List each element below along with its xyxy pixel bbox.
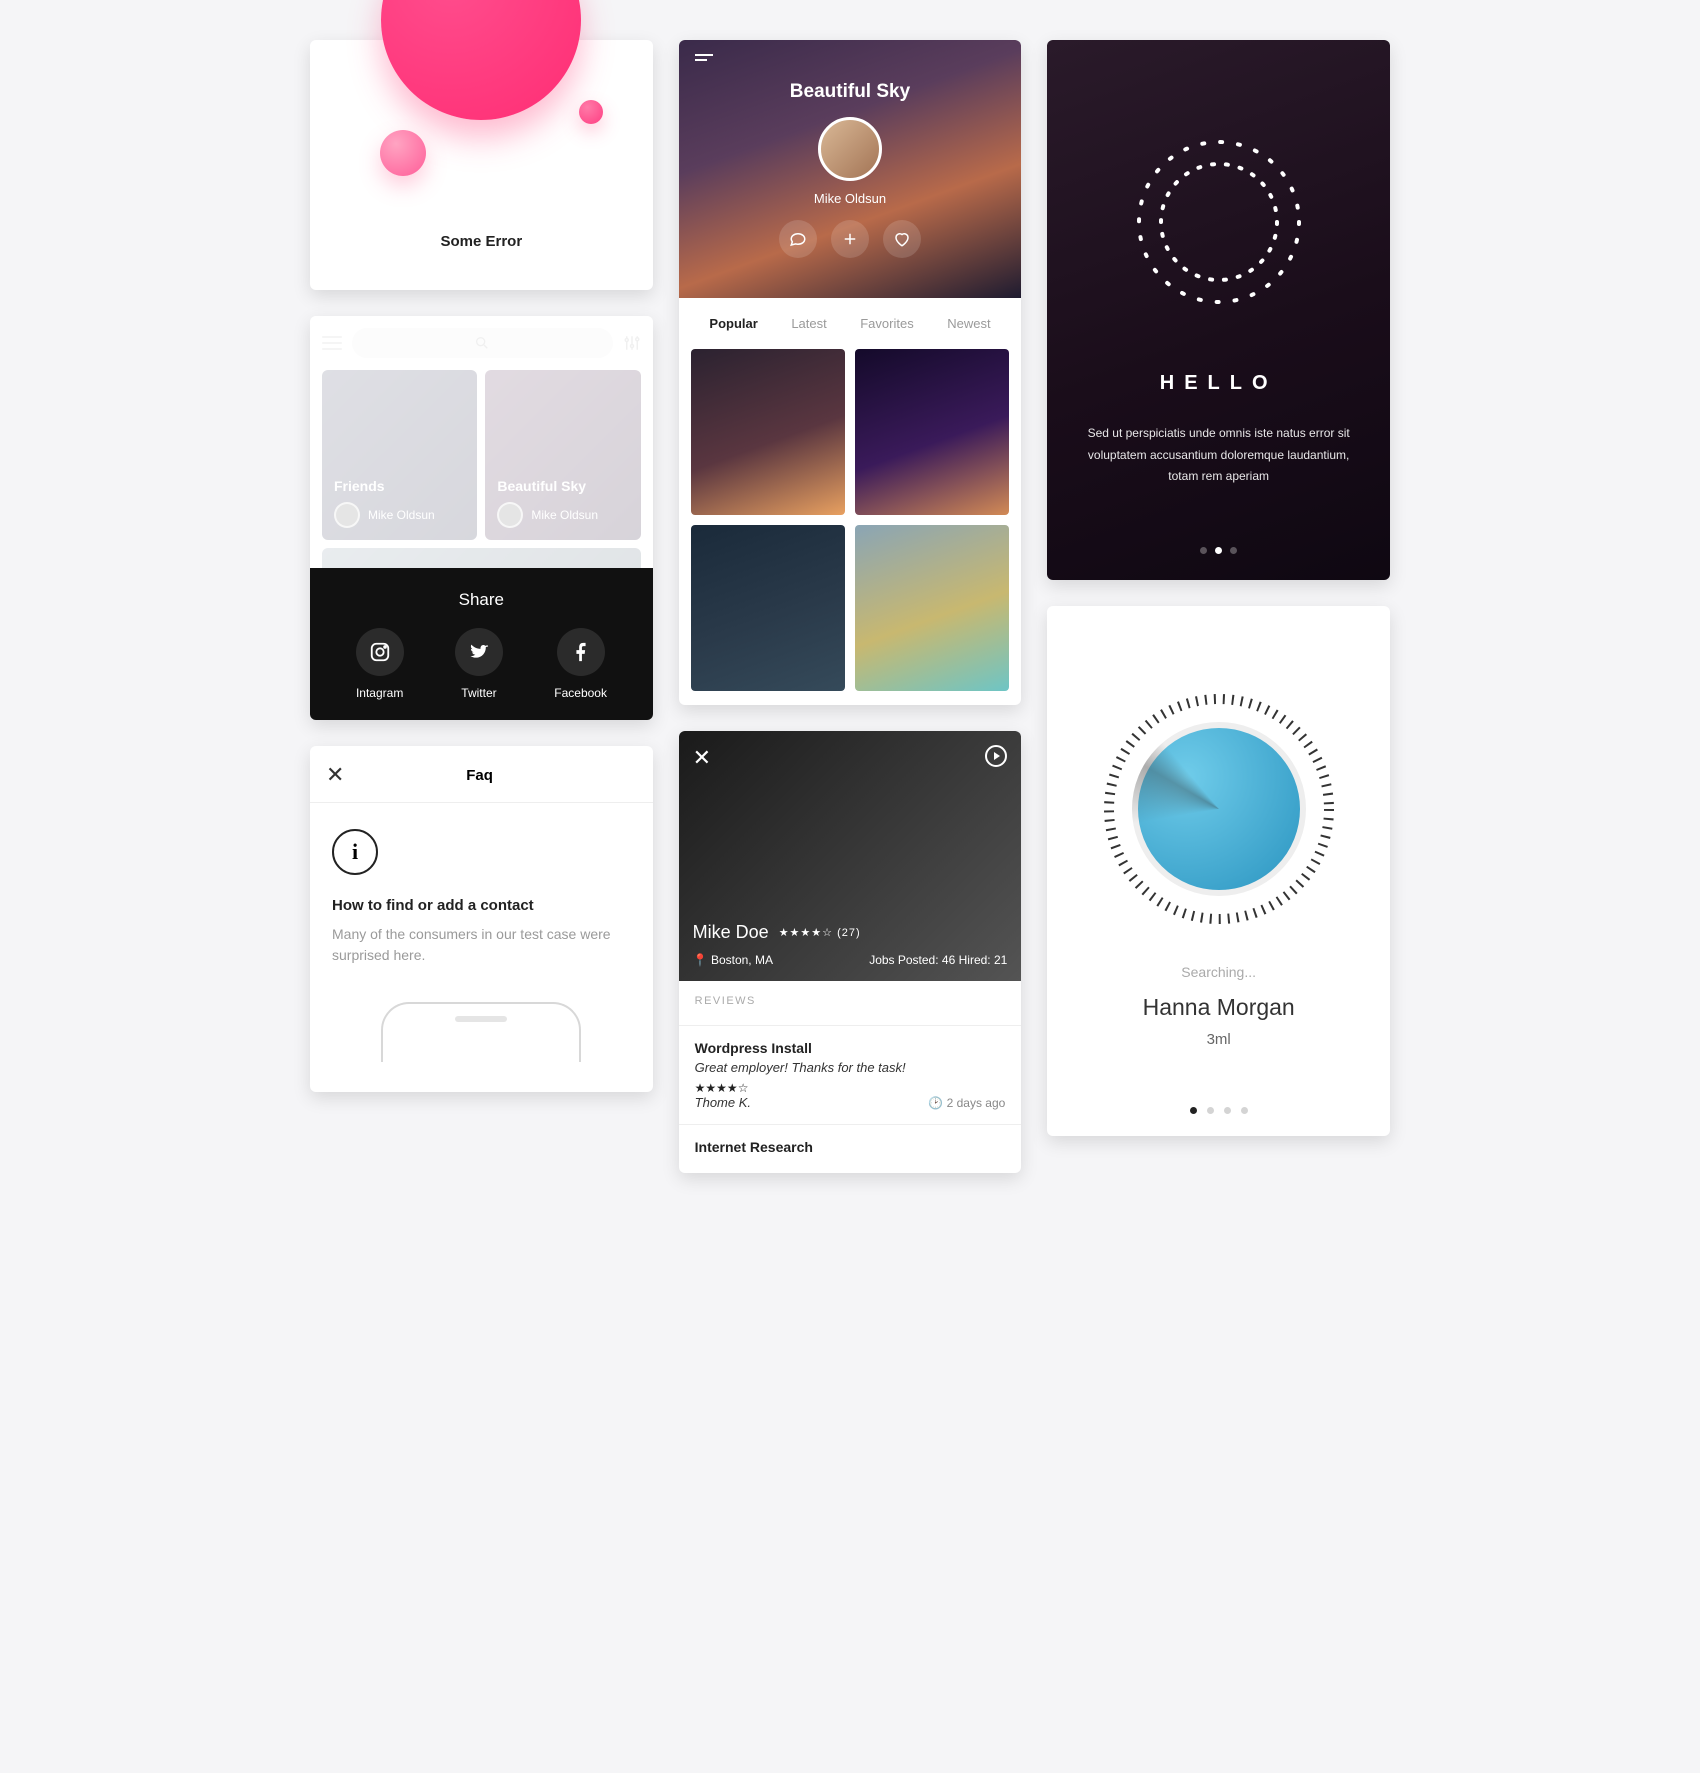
share-label: Facebook (554, 686, 607, 700)
menu-icon[interactable] (695, 54, 713, 66)
share-label: Twitter (461, 686, 496, 700)
profile-author: Mike Oldsun (814, 191, 886, 206)
review-time: 🕑 2 days ago (928, 1096, 1005, 1110)
bubble-medium (380, 130, 426, 176)
error-card: Some Error (310, 40, 653, 290)
twitter-icon (455, 628, 503, 676)
search-distance: 3ml (1207, 1031, 1231, 1048)
avatar[interactable] (818, 117, 882, 181)
gallery-tile[interactable] (691, 349, 845, 515)
bubble-large (381, 0, 581, 120)
like-button[interactable] (883, 220, 921, 258)
search-status: Searching... (1181, 964, 1256, 980)
feed-card: Friends Mike Oldsun Beautiful Sky Mike O… (310, 316, 653, 720)
faq-question: How to find or add a contact (332, 897, 631, 914)
tab-latest[interactable]: Latest (791, 316, 826, 331)
gallery-tile[interactable] (691, 525, 845, 691)
add-button[interactable] (831, 220, 869, 258)
close-icon[interactable]: ✕ (693, 745, 711, 771)
reviewer-location: 📍 Boston, MA (693, 953, 773, 967)
reviewer-stars: ★★★★☆ (27) (779, 926, 861, 939)
hello-card: HELLO Sed ut perspiciatis unde omnis ist… (1047, 40, 1390, 580)
review-author: Thome K. (695, 1095, 751, 1110)
comment-button[interactable] (779, 220, 817, 258)
reviews-heading: REVIEWS (695, 995, 1006, 1007)
faq-title: Faq (344, 767, 614, 784)
phone-illustration (381, 1002, 581, 1062)
faq-answer: Many of the consumers in our test case w… (332, 924, 631, 966)
share-heading: Share (310, 590, 653, 610)
page-dots[interactable] (1200, 547, 1237, 554)
bubble-small (579, 100, 603, 124)
review-title: Internet Research (695, 1139, 1006, 1155)
reviewer-name: Mike Doe (693, 922, 769, 943)
close-icon[interactable]: ✕ (326, 762, 344, 788)
review-stars: ★★★★☆ (695, 1081, 1006, 1095)
share-twitter[interactable]: Twitter (455, 628, 503, 700)
review-text: Great employer! Thanks for the task! (695, 1060, 1006, 1075)
radar-sweep-icon (1132, 722, 1306, 896)
error-message: Some Error (440, 233, 522, 250)
tab-newest[interactable]: Newest (947, 316, 990, 331)
review-title: Wordpress Install (695, 1040, 1006, 1056)
profile-card: Beautiful Sky Mike Oldsun Popular Latest… (679, 40, 1022, 705)
review-item[interactable]: Wordpress Install Great employer! Thanks… (679, 1025, 1022, 1124)
share-instagram[interactable]: Intagram (356, 628, 404, 700)
play-icon[interactable] (985, 745, 1007, 767)
gallery-tile[interactable] (855, 349, 1009, 515)
gallery-tile[interactable] (855, 525, 1009, 691)
radar-avatar (1104, 694, 1334, 924)
review-item[interactable]: Internet Research (679, 1124, 1022, 1173)
facebook-icon (557, 628, 605, 676)
instagram-icon (356, 628, 404, 676)
profile-title: Beautiful Sky (790, 81, 910, 103)
tab-popular[interactable]: Popular (709, 316, 757, 331)
dotted-ring-icon (1129, 132, 1309, 312)
share-panel: Share Intagram Twitter (310, 568, 653, 720)
search-name: Hanna Morgan (1143, 994, 1295, 1021)
reviewer-stats: Jobs Posted: 46 Hired: 21 (869, 953, 1007, 967)
review-hero: ✕ Mike Doe ★★★★☆ (27) 📍 Boston, MA Jobs … (679, 731, 1022, 981)
hello-heading: HELLO (1160, 372, 1278, 395)
searching-card: Searching... Hanna Morgan 3ml (1047, 606, 1390, 1136)
page-dots[interactable] (1190, 1107, 1248, 1114)
tab-bar: Popular Latest Favorites Newest (679, 298, 1022, 349)
share-facebook[interactable]: Facebook (554, 628, 607, 700)
faq-card: ✕ Faq i How to find or add a contact Man… (310, 746, 653, 1092)
share-label: Intagram (356, 686, 403, 700)
info-icon: i (332, 829, 378, 875)
review-card: ✕ Mike Doe ★★★★☆ (27) 📍 Boston, MA Jobs … (679, 731, 1022, 1173)
tab-favorites[interactable]: Favorites (860, 316, 913, 331)
profile-hero: Beautiful Sky Mike Oldsun (679, 40, 1022, 298)
hello-body: Sed ut perspiciatis unde omnis iste natu… (1075, 423, 1362, 488)
